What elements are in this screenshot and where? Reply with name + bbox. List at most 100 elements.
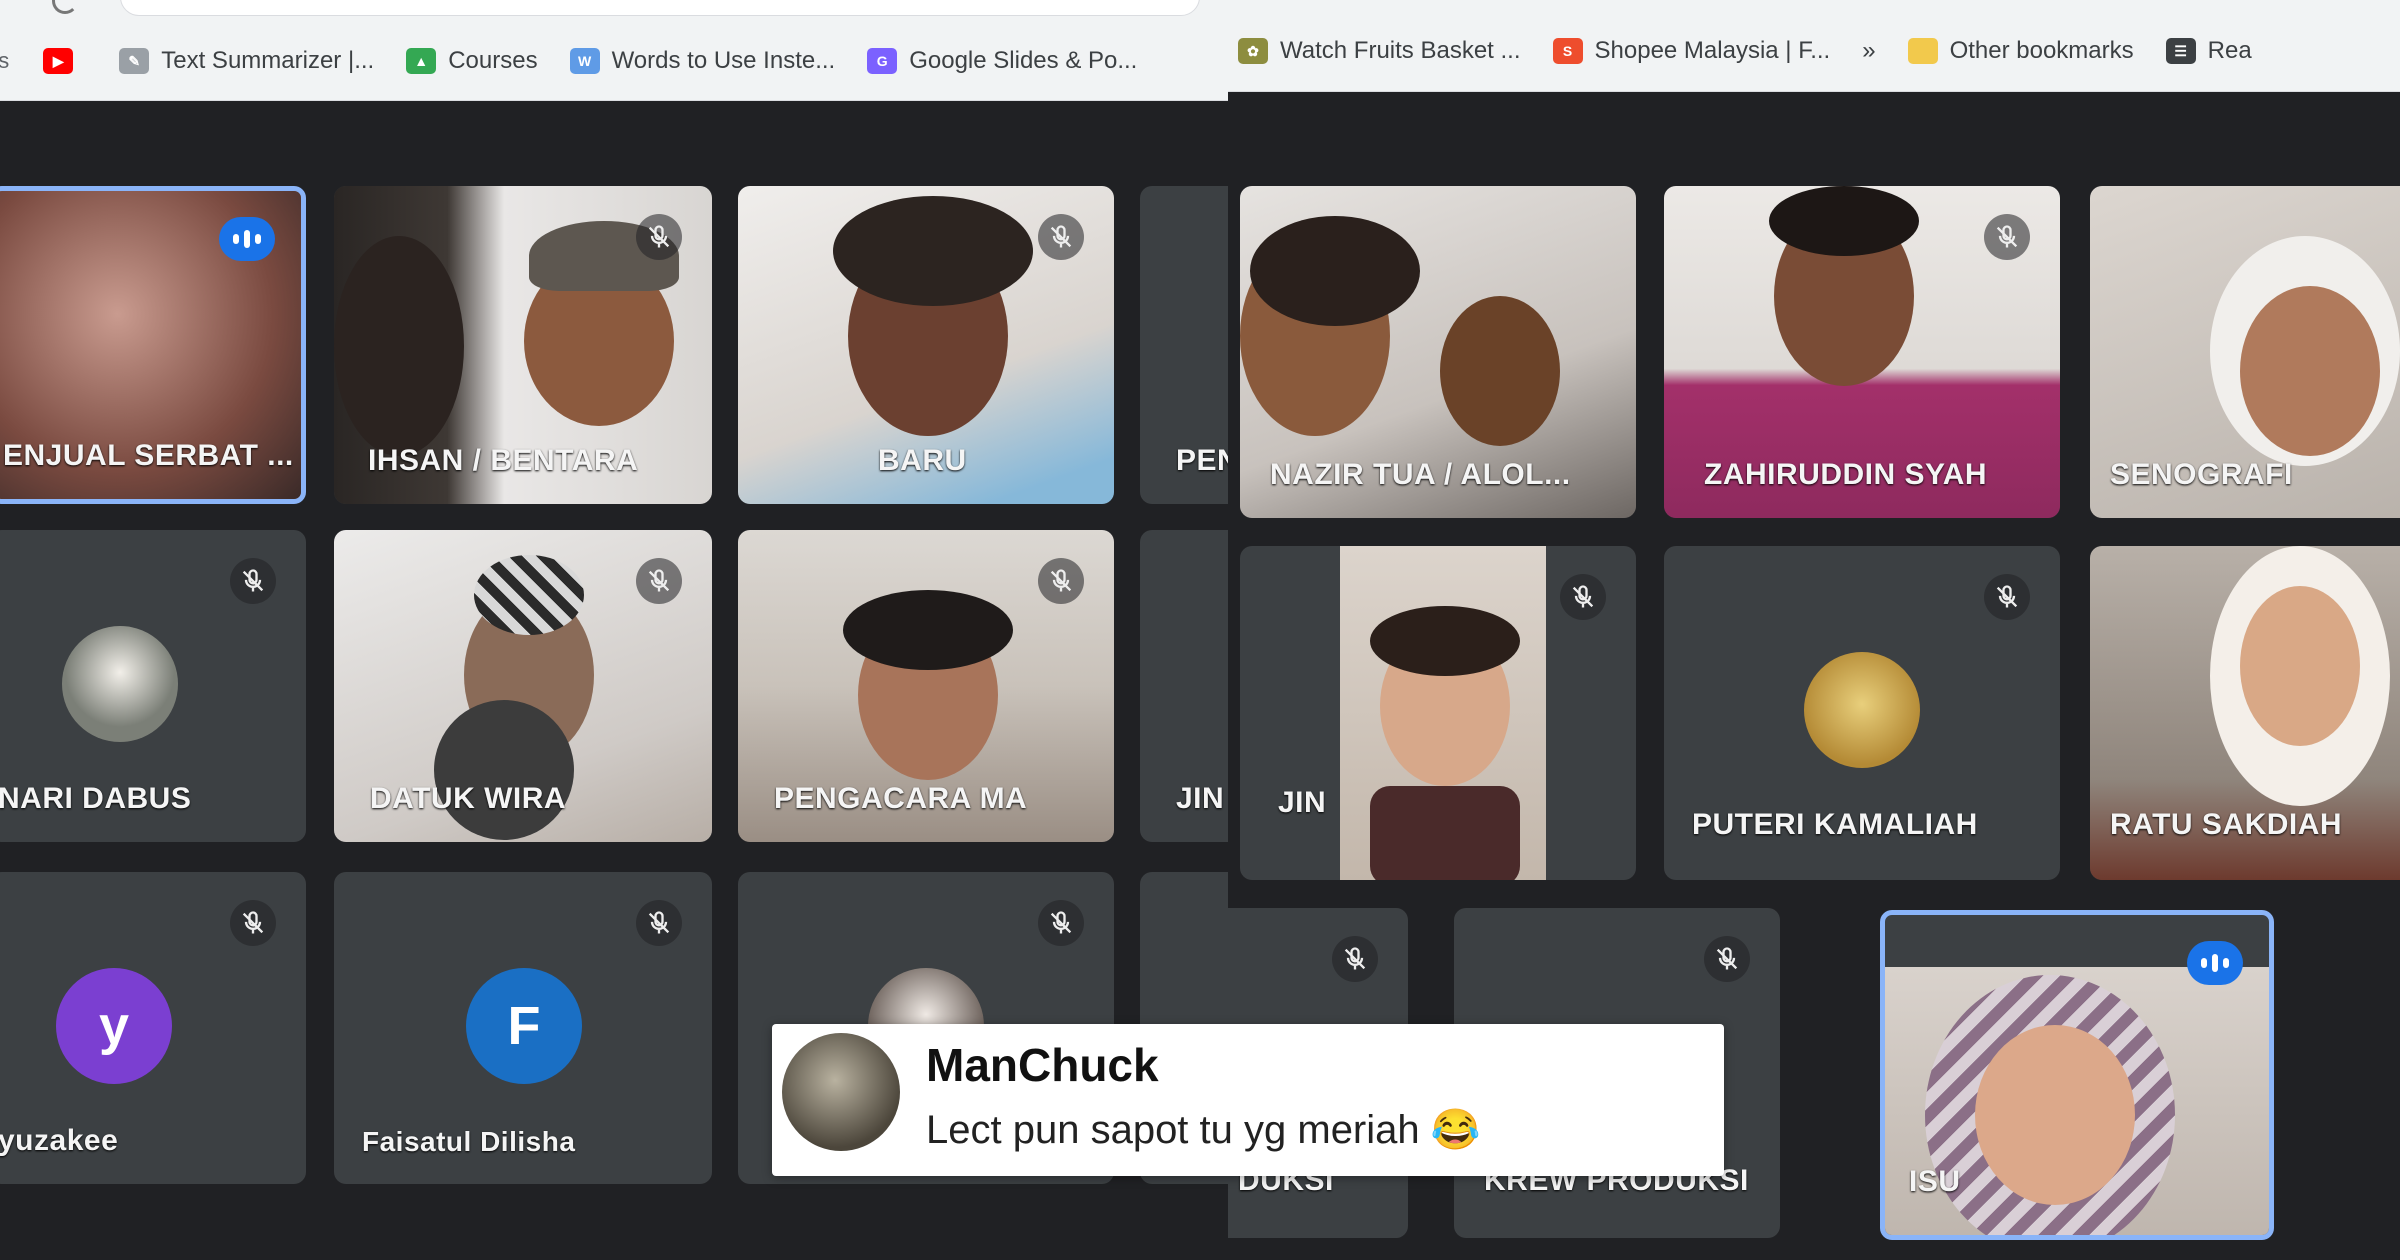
participant-name: PENGACARA MA [774, 782, 1028, 815]
participant-name: yuzakee [0, 1124, 119, 1157]
participant-name: RATU SAKDIAH [2110, 808, 2343, 841]
fruits-basket-icon: ✿ [1238, 38, 1268, 64]
text-summarizer-icon: ✎ [119, 48, 150, 74]
participant-tile[interactable]: F Faisatul Dilisha [334, 872, 712, 1184]
participant-name: Faisatul Dilisha [362, 1126, 576, 1157]
participant-face [334, 236, 464, 456]
participant-name: NARI DABUS [0, 782, 192, 815]
participant-face [1440, 296, 1560, 446]
bookmark-item[interactable]: W Words to Use Inste... [569, 47, 836, 75]
participant-tile[interactable]: JIN [1140, 530, 1228, 842]
bookmark-apps[interactable]: ps [0, 48, 9, 74]
bookmark-item[interactable]: ▲ Courses [406, 47, 538, 75]
participant-headwrap [474, 555, 584, 635]
browser-toolbar: ✿ Watch Fruits Basket ... S Shopee Malay… [1228, 0, 2400, 92]
participant-name: PUTERI KAMALIAH [1692, 808, 1978, 841]
bookmark-item[interactable]: G Google Slides & Po... [867, 47, 1137, 75]
reload-icon[interactable] [52, 0, 78, 14]
mic-off-icon [230, 900, 276, 946]
slides-icon: G [867, 48, 898, 74]
mic-off-icon [1038, 900, 1084, 946]
participant-tile[interactable]: ISU [1880, 910, 2274, 1240]
bookmark-label: Text Summarizer |... [161, 47, 375, 74]
bookmark-label: Words to Use Inste... [611, 47, 836, 74]
participant-hair [1769, 186, 1919, 256]
mic-off-icon [636, 214, 682, 260]
participant-name: JIN [1176, 782, 1225, 815]
participant-tile[interactable]: BARU [738, 186, 1114, 504]
participant-hair [833, 196, 1033, 306]
more-bookmarks-icon: » [1862, 37, 1876, 64]
commenter-avatar[interactable] [782, 1033, 900, 1151]
participant-tile[interactable]: JIN [1240, 546, 1636, 880]
speaking-indicator-icon [2187, 941, 2243, 985]
participant-name: ZAHIRUDDIN SYAH [1704, 458, 1988, 491]
bookmark-item[interactable]: ✿ Watch Fruits Basket ... [1238, 37, 1521, 65]
participant-tile[interactable]: NARI DABUS [0, 530, 306, 842]
mic-off-icon [1560, 574, 1606, 620]
bookmark-label: Google Slides & Po... [909, 47, 1138, 74]
participant-tile[interactable]: PEN [1140, 186, 1228, 504]
participant-tile[interactable]: PUTERI KAMALIAH [1664, 546, 2060, 880]
more-bookmarks-button[interactable]: » [1862, 37, 1875, 65]
mic-off-icon [1038, 214, 1084, 260]
participant-face [2240, 286, 2380, 456]
participant-tile[interactable]: PENGACARA MA [738, 530, 1114, 842]
mic-off-icon [1704, 936, 1750, 982]
comment-card: ManChuck Lect pun sapot tu yg meriah 😂 [772, 1024, 1724, 1176]
bookmark-label: Watch Fruits Basket ... [1280, 37, 1521, 64]
bookmark-youtube[interactable]: ▶ [43, 48, 85, 74]
browser-toolbar: ps ▶ ✎ Text Summarizer |... ▲ Courses W … [0, 0, 1228, 101]
bookmark-item[interactable]: S Shopee Malaysia | F... [1552, 37, 1831, 65]
bookmark-label: Shopee Malaysia | F... [1594, 37, 1831, 64]
bookmarks-bar: ps ▶ ✎ Text Summarizer |... ▲ Courses W … [0, 44, 1169, 78]
mic-off-icon [230, 558, 276, 604]
participant-tile[interactable]: SENOGRAFI [2090, 186, 2400, 518]
participant-face [1975, 1025, 2135, 1205]
mic-off-icon [1984, 574, 2030, 620]
participant-name: SENOGRAFI [2110, 458, 2293, 491]
participant-hair [1250, 216, 1420, 326]
participant-name: BARU [878, 444, 967, 477]
shopee-icon: S [1552, 38, 1583, 64]
participant-hair [843, 590, 1013, 670]
bookmark-item[interactable]: ✎ Text Summarizer |... [119, 47, 374, 75]
participant-tile[interactable]: NAZIR TUA / ALOL... [1240, 186, 1636, 518]
address-bar[interactable] [120, 0, 1200, 16]
participant-hair [1370, 606, 1520, 676]
participant-tile[interactable]: ZAHIRUDDIN SYAH [1664, 186, 2060, 518]
participant-name: PEN [1176, 444, 1228, 477]
avatar [62, 626, 178, 742]
avatar-letter: F [507, 996, 541, 1056]
participant-tile[interactable]: ENJUAL SERBAT ... [0, 186, 306, 504]
bookmarks-bar: ✿ Watch Fruits Basket ... S Shopee Malay… [1228, 34, 2284, 68]
participant-tile[interactable]: DATUK WIRA [334, 530, 712, 842]
bookmark-item[interactable]: Other bookmarks [1907, 37, 2134, 65]
speaking-indicator-icon [219, 217, 275, 261]
participant-tile[interactable]: RATU SAKDIAH [2090, 546, 2400, 880]
bookmark-label: Other bookmarks [1949, 37, 2134, 64]
mic-off-icon [636, 558, 682, 604]
youtube-icon: ▶ [43, 48, 74, 74]
courses-icon: ▲ [406, 48, 437, 74]
avatar [1804, 652, 1920, 768]
bookmark-label: Rea [2207, 37, 2252, 64]
participant-face [2240, 586, 2360, 746]
words-icon: W [569, 48, 600, 74]
bookmark-item[interactable]: ☰ Rea [2165, 37, 2252, 65]
mic-off-icon [1332, 936, 1378, 982]
avatar: F [466, 968, 582, 1084]
commenter-name[interactable]: ManChuck [926, 1038, 1159, 1092]
comment-text: Lect pun sapot tu yg meriah 😂 [926, 1108, 1481, 1152]
participant-tile[interactable]: y yuzakee [0, 872, 306, 1184]
participant-name: IHSAN / BENTARA [368, 444, 639, 477]
bookmark-label: Courses [448, 47, 538, 74]
folder-icon [1907, 38, 1938, 64]
mic-off-icon [636, 900, 682, 946]
reading-list-icon: ☰ [2165, 38, 2196, 64]
mic-off-icon [1038, 558, 1084, 604]
participant-tile[interactable]: IHSAN / BENTARA [334, 186, 712, 504]
participant-top [1370, 786, 1520, 880]
participant-name: NAZIR TUA / ALOL... [1270, 458, 1571, 491]
avatar: y [56, 968, 172, 1084]
